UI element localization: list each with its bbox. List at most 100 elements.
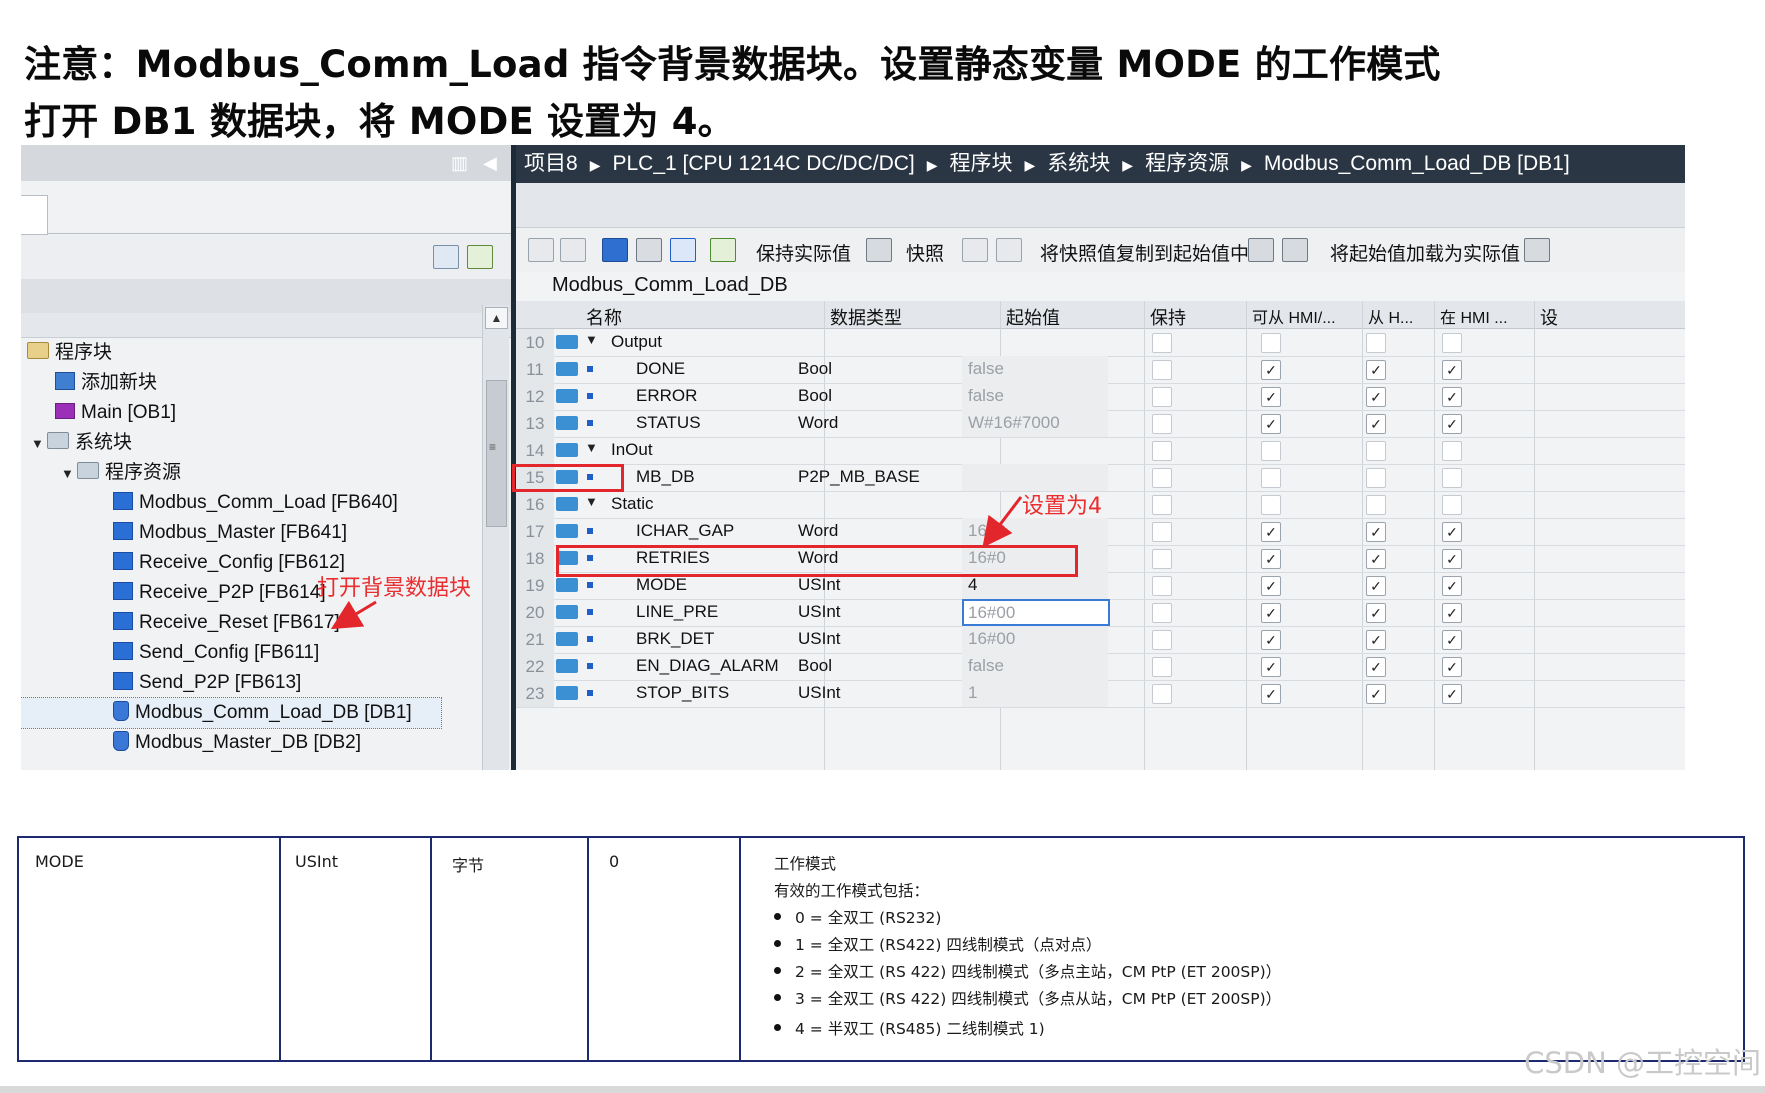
variable-datatype[interactable]: USInt <box>798 683 841 703</box>
hmi-access-checkbox[interactable]: ✓ <box>1261 360 1281 380</box>
variable-name[interactable]: Static <box>611 494 654 514</box>
collapse-pane-icon[interactable]: ◀ <box>483 153 497 174</box>
hmi-write-checkbox[interactable]: ✓ <box>1366 414 1386 434</box>
expand-triangle-icon[interactable]: ▼ <box>585 332 598 347</box>
col-hmi-access[interactable]: 可从 HMI/... <box>1252 304 1336 328</box>
expand-triangle-icon[interactable]: ▼ <box>31 429 47 459</box>
expand-all-icon[interactable] <box>602 238 628 262</box>
db-row[interactable]: 11 DONE Bool false ✓ ✓ ✓ <box>516 356 1685 384</box>
tree-item-send-config[interactable]: Send_Config [FB611] <box>113 638 319 668</box>
variable-datatype[interactable]: USInt <box>798 629 841 649</box>
hmi-write-checkbox[interactable]: ✓ <box>1366 630 1386 650</box>
hmi-visible-checkbox[interactable]: ✓ <box>1442 549 1462 569</box>
variable-name[interactable]: Output <box>611 332 662 352</box>
variable-start-value[interactable]: false <box>968 359 1004 379</box>
monitor-icon[interactable] <box>710 238 736 262</box>
hmi-visible-checkbox[interactable]: ✓ <box>1442 576 1462 596</box>
hmi-visible-checkbox[interactable]: ✓ <box>1442 522 1462 542</box>
hmi-access-checkbox[interactable]: ✓ <box>1261 414 1281 434</box>
load-icon[interactable] <box>1248 238 1274 262</box>
expand-triangle-icon[interactable]: ▼ <box>585 440 598 455</box>
variable-name[interactable]: EN_DIAG_ALARM <box>636 656 779 676</box>
hmi-write-checkbox[interactable] <box>1366 333 1386 353</box>
variable-start-value[interactable]: 16#00 <box>968 629 1015 649</box>
retain-checkbox[interactable] <box>1152 684 1172 704</box>
hmi-write-checkbox[interactable] <box>1366 495 1386 515</box>
col-setpoint[interactable]: 设 <box>1540 304 1558 330</box>
more-icon[interactable] <box>1524 238 1550 262</box>
variable-datatype[interactable]: USInt <box>798 602 841 622</box>
list-view-icon[interactable] <box>670 238 696 262</box>
retain-checkbox[interactable] <box>1152 630 1172 650</box>
hmi-access-checkbox[interactable]: ✓ <box>1261 657 1281 677</box>
hmi-write-checkbox[interactable] <box>1366 441 1386 461</box>
db-row[interactable]: 20 LINE_PRE USInt 16#00 ✓ ✓ ✓ <box>516 599 1685 627</box>
hmi-write-checkbox[interactable]: ✓ <box>1366 603 1386 623</box>
paste-icon[interactable] <box>996 238 1022 262</box>
tree-item-program-resources[interactable]: ▼ 程序资源 <box>61 458 181 488</box>
pane-split-icon[interactable]: ▥ <box>451 153 468 174</box>
collapse-all-icon[interactable] <box>636 238 662 262</box>
project-tree-tab[interactable] <box>21 195 48 235</box>
breadcrumb-system-blocks[interactable]: 系统块 <box>1047 152 1110 175</box>
hmi-write-checkbox[interactable]: ✓ <box>1366 657 1386 677</box>
tree-item-modbus-master[interactable]: Modbus_Master [FB641] <box>113 518 347 548</box>
retain-checkbox[interactable] <box>1152 360 1172 380</box>
tree-item-main-ob1[interactable]: Main [OB1] <box>55 398 176 428</box>
db-row[interactable]: 14 ▼ InOut <box>516 437 1685 465</box>
db-row[interactable]: 13 STATUS Word W#16#7000 ✓ ✓ ✓ <box>516 410 1685 438</box>
hmi-write-checkbox[interactable]: ✓ <box>1366 684 1386 704</box>
col-hmi-visible[interactable]: 在 HMI ... <box>1440 304 1508 328</box>
hmi-write-checkbox[interactable]: ✓ <box>1366 549 1386 569</box>
db-row[interactable]: 12 ERROR Bool false ✓ ✓ ✓ <box>516 383 1685 411</box>
hmi-visible-checkbox[interactable]: ✓ <box>1442 630 1462 650</box>
variable-name[interactable]: ICHAR_GAP <box>636 521 734 541</box>
load-all-icon[interactable] <box>1282 238 1308 262</box>
retain-checkbox[interactable] <box>1152 468 1172 488</box>
snapshot-icon[interactable] <box>866 238 892 262</box>
col-datatype[interactable]: 数据类型 <box>830 304 902 330</box>
copy-snapshot-to-start-button[interactable]: 将快照值复制到起始值中 <box>1040 239 1249 266</box>
hmi-access-checkbox[interactable]: ✓ <box>1261 576 1281 596</box>
hmi-visible-checkbox[interactable] <box>1442 441 1462 461</box>
breadcrumb-program-resources[interactable]: 程序资源 <box>1145 152 1229 175</box>
expand-triangle-icon[interactable]: ▼ <box>61 459 77 489</box>
add-row-icon[interactable] <box>560 238 586 262</box>
breadcrumb-db1[interactable]: Modbus_Comm_Load_DB [DB1] <box>1264 152 1570 175</box>
tree-item-receive-p2p[interactable]: Receive_P2P [FB614] <box>113 578 326 608</box>
variable-datatype[interactable]: Word <box>798 413 838 433</box>
variable-datatype[interactable]: Bool <box>798 656 832 676</box>
variable-start-value[interactable]: 1 <box>968 683 977 703</box>
expand-triangle-icon[interactable]: ▼ <box>585 494 598 509</box>
hmi-write-checkbox[interactable]: ✓ <box>1366 576 1386 596</box>
variable-name[interactable]: MODE <box>636 575 687 595</box>
hmi-write-checkbox[interactable]: ✓ <box>1366 387 1386 407</box>
variable-start-value[interactable]: false <box>968 656 1004 676</box>
overview-icon[interactable] <box>433 245 459 269</box>
insert-row-icon[interactable] <box>528 238 554 262</box>
retain-checkbox[interactable] <box>1152 441 1172 461</box>
keep-actual-values-button[interactable]: 保持实际值 <box>756 239 851 266</box>
hmi-visible-checkbox[interactable]: ✓ <box>1442 603 1462 623</box>
variable-start-value[interactable]: false <box>968 386 1004 406</box>
tree-item-modbus-comm-load-db[interactable]: Modbus_Comm_Load_DB [DB1] <box>21 697 442 729</box>
col-retain[interactable]: 保持 <box>1150 304 1186 330</box>
db-row[interactable]: 23 STOP_BITS USInt 1 ✓ ✓ ✓ <box>516 680 1685 708</box>
retain-checkbox[interactable] <box>1152 387 1172 407</box>
tree-item-modbus-comm-load[interactable]: Modbus_Comm_Load [FB640] <box>113 488 398 518</box>
variable-datatype[interactable]: Bool <box>798 386 832 406</box>
variable-start-value[interactable]: 16#00 <box>962 599 1110 626</box>
hmi-access-checkbox[interactable] <box>1261 441 1281 461</box>
hmi-visible-checkbox[interactable]: ✓ <box>1442 657 1462 677</box>
retain-checkbox[interactable] <box>1152 576 1172 596</box>
breadcrumb-project[interactable]: 项目8 <box>524 152 578 175</box>
variable-start-value[interactable]: W#16#7000 <box>968 413 1060 433</box>
hmi-visible-checkbox[interactable]: ✓ <box>1442 684 1462 704</box>
hmi-access-checkbox[interactable]: ✓ <box>1261 387 1281 407</box>
retain-checkbox[interactable] <box>1152 414 1172 434</box>
col-name[interactable]: 名称 <box>586 304 622 330</box>
tree-item-modbus-master-db[interactable]: Modbus_Master_DB [DB2] <box>113 728 361 758</box>
tree-item-program-blocks[interactable]: 程序块 <box>27 338 112 368</box>
hmi-visible-checkbox[interactable] <box>1442 468 1462 488</box>
tree-item-add-new-block[interactable]: 添加新块 <box>55 368 157 398</box>
